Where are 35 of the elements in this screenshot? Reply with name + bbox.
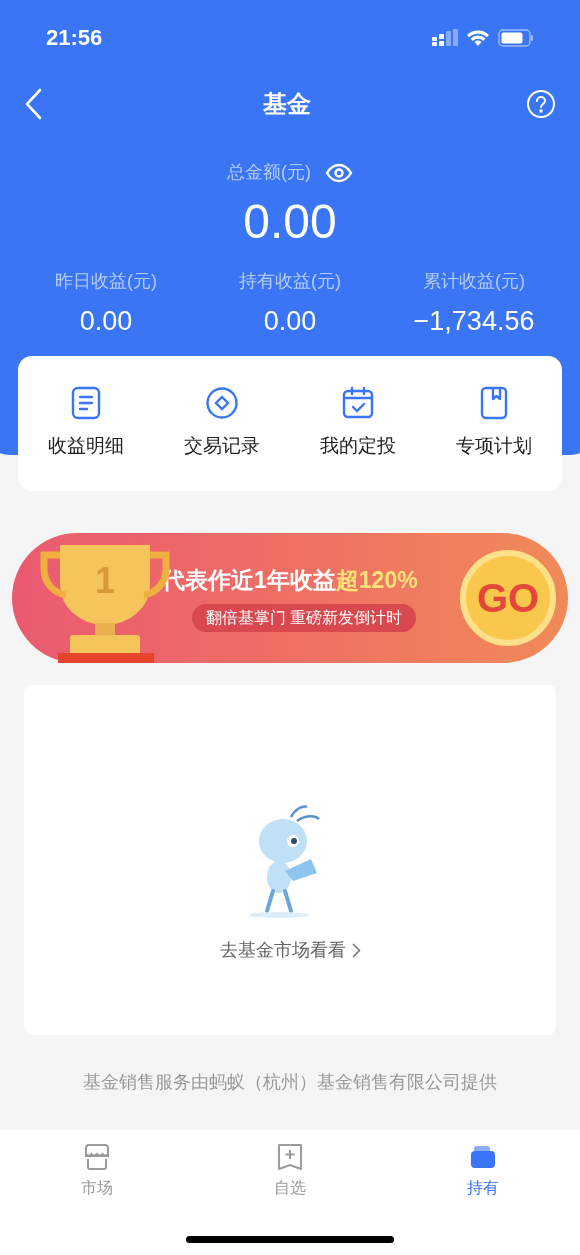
banner-highlight: 超120%	[335, 566, 418, 596]
visibility-toggle[interactable]	[325, 162, 353, 183]
bookmark-icon	[479, 385, 509, 420]
footer-disclaimer: 基金销售服务由蚂蚁（杭州）基金销售有限公司提供	[83, 1070, 497, 1094]
stat-value: 0.00	[263, 305, 317, 338]
stat-value: −1,734.56	[413, 305, 535, 338]
status-time: 21:56	[46, 24, 103, 52]
shortcut-button[interactable]: 我的定投	[290, 379, 426, 467]
bookmark-plus-icon	[276, 1142, 304, 1172]
total-amount: 0.00	[243, 194, 337, 250]
tab-item[interactable]: 自选	[193, 1142, 387, 1200]
tab-item[interactable]: 持有	[386, 1142, 580, 1200]
help-button[interactable]	[526, 89, 556, 119]
signal-icon	[432, 28, 458, 47]
stat-value: 0.00	[79, 305, 133, 338]
banner-subtitle: 翻倍基掌门 重磅新发倒计时	[192, 603, 417, 632]
diamond-circle-icon	[205, 385, 239, 420]
document-icon	[70, 385, 102, 420]
chevron-right-icon	[351, 942, 361, 958]
go-coin: GO	[460, 549, 556, 646]
stat-label: 累计收益(元)	[423, 270, 525, 293]
total-amount-label: 总金额(元)	[227, 161, 311, 184]
stat-label: 持有收益(元)	[239, 270, 341, 293]
shortcut-button[interactable]: 交易记录	[154, 379, 290, 467]
help-icon	[526, 89, 556, 119]
page-title: 基金	[263, 89, 311, 119]
browse-market-link[interactable]: 去基金市场看看	[219, 936, 361, 964]
calendar-check-icon	[341, 385, 375, 420]
battery-icon	[498, 28, 534, 47]
back-chevron-icon	[24, 88, 42, 120]
wifi-icon	[466, 28, 490, 47]
shortcut-button[interactable]: 专项计划	[426, 379, 562, 467]
shortcut-button[interactable]: 收益明细	[18, 379, 154, 467]
stat-label: 昨日收益(元)	[55, 270, 157, 293]
eye-icon	[325, 162, 353, 183]
